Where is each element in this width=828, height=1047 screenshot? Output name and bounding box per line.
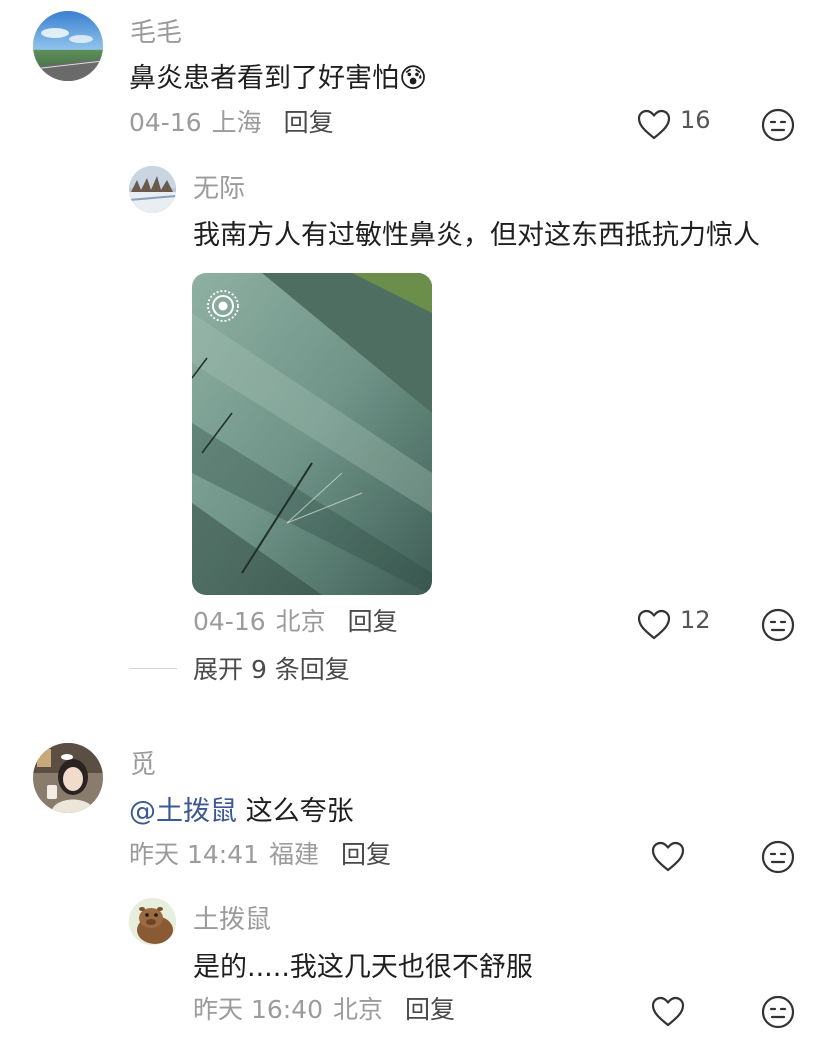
dislike-button[interactable] xyxy=(761,608,795,642)
comment-location: 上海 xyxy=(211,108,262,137)
comment-date: 04-16 xyxy=(129,108,202,137)
avatar[interactable] xyxy=(129,166,176,213)
reply-meta: 昨天 16:40 北京 回复 xyxy=(193,995,455,1025)
comment-location: 福建 xyxy=(269,840,320,869)
mention-link[interactable]: @土拨鼠 xyxy=(129,796,237,827)
expand-replies-label: 展开 9 条回复 xyxy=(193,655,350,684)
comment-text-body: 这么夸张 xyxy=(245,796,354,827)
heart-outline-icon xyxy=(650,994,686,1030)
comment-username[interactable]: 觅 xyxy=(130,750,156,780)
reply-username[interactable]: 土拨鼠 xyxy=(193,905,271,935)
like-button[interactable] xyxy=(650,994,686,1030)
dislike-button[interactable] xyxy=(761,995,795,1029)
heart-outline-icon xyxy=(636,107,672,143)
dislike-button[interactable] xyxy=(761,108,795,142)
expand-replies-button[interactable]: 展开 9 条回复 xyxy=(129,650,350,686)
divider xyxy=(129,667,177,669)
reply-location: 北京 xyxy=(333,995,384,1024)
cry-emoji-icon: 😰 xyxy=(399,63,428,94)
comment-text: @土拨鼠 这么夸张 xyxy=(129,795,354,829)
neutral-face-icon xyxy=(761,108,795,142)
reply-button[interactable]: 回复 xyxy=(405,995,455,1025)
comment-meta: 04-16 上海 回复 xyxy=(129,108,334,138)
like-button[interactable] xyxy=(650,839,686,875)
like-count: 12 xyxy=(680,606,711,634)
comment-text-body: 鼻炎患者看到了好害怕 xyxy=(129,63,399,94)
comment-username[interactable]: 毛毛 xyxy=(130,18,182,48)
avatar[interactable] xyxy=(33,11,103,81)
heart-outline-icon xyxy=(650,839,686,875)
avatar[interactable] xyxy=(129,898,176,945)
neutral-face-icon xyxy=(761,995,795,1029)
live-photo-icon xyxy=(206,289,240,323)
like-button[interactable]: 12 xyxy=(636,607,711,643)
reply-text: 我南方人有过敏性鼻炎，但对这东西抵抗力惊人 xyxy=(193,220,760,251)
reply-date: 04-16 xyxy=(193,607,266,636)
like-count: 16 xyxy=(680,106,711,134)
reply-username[interactable]: 无际 xyxy=(193,174,245,204)
heart-outline-icon xyxy=(636,607,672,643)
reply-meta: 04-16 北京 回复 xyxy=(193,607,398,637)
reply-date: 昨天 16:40 xyxy=(193,995,323,1024)
neutral-face-icon xyxy=(761,840,795,874)
comment-text: 鼻炎患者看到了好害怕😰 xyxy=(129,62,427,96)
reply-location: 北京 xyxy=(275,607,326,636)
neutral-face-icon xyxy=(761,608,795,642)
like-button[interactable]: 16 xyxy=(636,107,711,143)
comment-date: 昨天 14:41 xyxy=(129,840,259,869)
reply-button[interactable]: 回复 xyxy=(284,108,334,138)
reply-image[interactable] xyxy=(192,273,432,595)
comment-meta: 昨天 14:41 福建 回复 xyxy=(129,840,391,870)
reply-text: 是的.....我这几天也很不舒服 xyxy=(193,952,533,983)
dislike-button[interactable] xyxy=(761,840,795,874)
reply-button[interactable]: 回复 xyxy=(341,840,391,870)
avatar[interactable] xyxy=(33,743,103,813)
reply-button[interactable]: 回复 xyxy=(348,607,398,637)
